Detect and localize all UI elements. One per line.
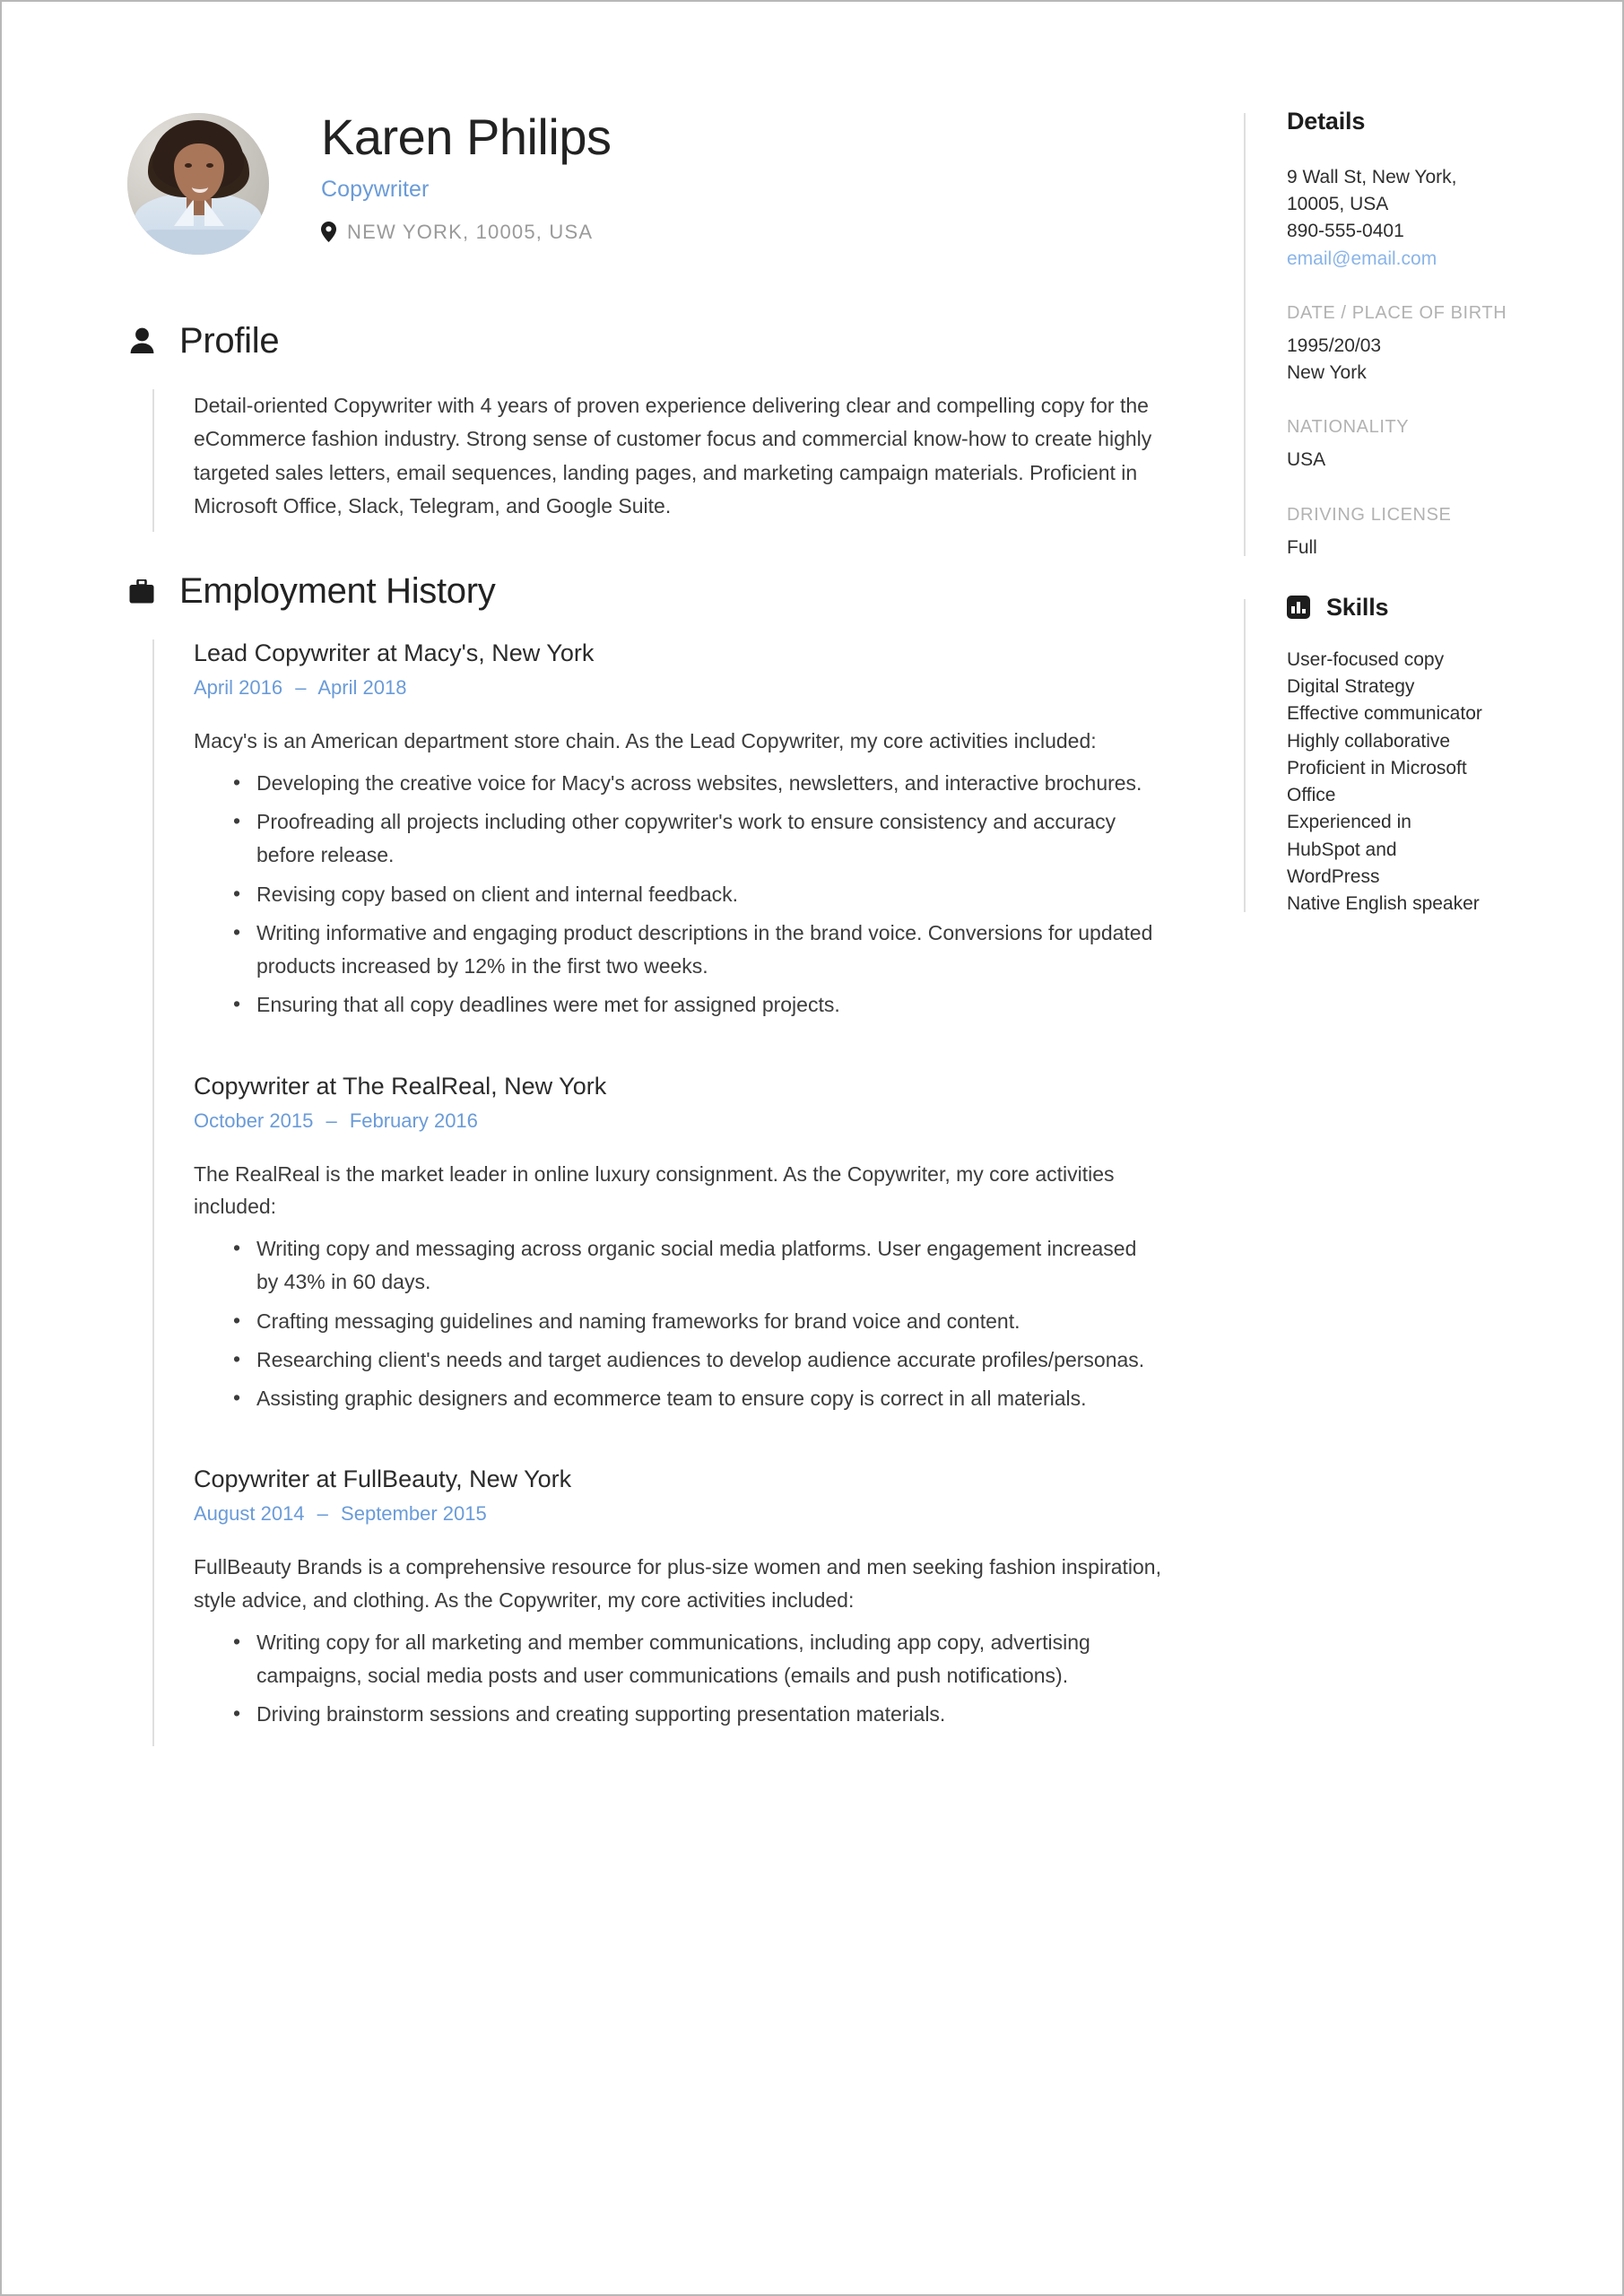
resume-content: Karen Philips Copywriter NEW YORK, 10005… bbox=[2, 2, 1622, 2294]
job-bullet: Assisting graphic designers and ecommerc… bbox=[233, 1381, 1163, 1415]
section-profile-title: Profile bbox=[179, 321, 280, 361]
job-heading: Copywriter at FullBeauty, New York bbox=[194, 1465, 572, 1493]
briefcase-icon bbox=[127, 578, 156, 604]
skill-item: Proficient in Microsoft bbox=[1287, 757, 1467, 778]
job-start-date: October 2015 bbox=[194, 1109, 314, 1132]
location-row: NEW YORK, 10005, USA bbox=[321, 221, 611, 244]
address-line-2: 10005, USA bbox=[1287, 194, 1389, 215]
job-bullet: Researching client's needs and target au… bbox=[233, 1343, 1163, 1377]
employment-entry: Lead Copywriter at Macy's, New York Apri… bbox=[194, 639, 1163, 1022]
job-date-dash: – bbox=[295, 676, 307, 699]
sidebar-details-block: Details 9 Wall St, New York, 10005, USA … bbox=[1244, 108, 1541, 561]
section-profile-body: Detail-oriented Copywriter with 4 years … bbox=[152, 389, 1163, 532]
section-employment: Employment History Lead Copywriter at Ma… bbox=[127, 573, 1163, 1746]
job-bullet: Writing copy for all marketing and membe… bbox=[233, 1625, 1163, 1693]
sidebar-column: Details 9 Wall St, New York, 10005, USA … bbox=[1163, 108, 1541, 2294]
main-column: Karen Philips Copywriter NEW YORK, 10005… bbox=[127, 108, 1163, 2294]
skills-header: Skills bbox=[1287, 594, 1541, 622]
skill-item: User-focused copy bbox=[1287, 648, 1445, 670]
nationality-value: USA bbox=[1287, 449, 1326, 471]
resume-header: Karen Philips Copywriter NEW YORK, 10005… bbox=[127, 108, 1163, 255]
avatar-arms bbox=[140, 230, 256, 255]
resume-page: Karen Philips Copywriter NEW YORK, 10005… bbox=[0, 0, 1624, 2296]
job-date-dash: – bbox=[326, 1109, 337, 1132]
avatar-collar-left bbox=[174, 199, 194, 226]
job-dates: April 2016 – April 2018 bbox=[194, 676, 1163, 700]
job-dates: October 2015 – February 2016 bbox=[194, 1109, 1163, 1133]
skill-item: Highly collaborative bbox=[1287, 730, 1451, 752]
map-pin-icon bbox=[321, 222, 336, 243]
details-title: Details bbox=[1287, 108, 1366, 135]
bar-chart-bar bbox=[1302, 609, 1306, 614]
job-bullet-list: Writing copy for all marketing and membe… bbox=[194, 1625, 1163, 1732]
job-bullet: Driving brainstorm sessions and creating… bbox=[233, 1697, 1163, 1731]
address-line-1: 9 Wall St, New York, bbox=[1287, 167, 1457, 187]
section-employment-body: Lead Copywriter at Macy's, New York Apri… bbox=[152, 639, 1163, 1746]
job-description: Macy's is an American department store c… bbox=[194, 729, 1097, 752]
skill-item: Office bbox=[1287, 785, 1336, 806]
job-end-date: September 2015 bbox=[341, 1502, 487, 1526]
bar-chart-bar bbox=[1291, 606, 1295, 614]
job-description: The RealReal is the market leader in onl… bbox=[194, 1161, 1115, 1219]
skill-item: Effective communicator bbox=[1287, 703, 1482, 725]
job-title: Copywriter bbox=[321, 176, 430, 202]
job-heading: Lead Copywriter at Macy's, New York bbox=[194, 639, 595, 666]
sidebar-skills-block: Skills User-focused copy Digital Strateg… bbox=[1244, 594, 1541, 918]
job-bullet: Revising copy based on client and intern… bbox=[233, 877, 1163, 911]
avatar-smile bbox=[192, 181, 208, 193]
job-bullet-list: Developing the creative voice for Macy's… bbox=[194, 766, 1163, 1022]
job-start-date: August 2014 bbox=[194, 1502, 305, 1526]
section-employment-title: Employment History bbox=[179, 571, 496, 611]
job-bullet: Ensuring that all copy deadlines were me… bbox=[233, 987, 1163, 1022]
avatar-eye-right bbox=[206, 163, 213, 168]
skills-list: User-focused copy Digital Strategy Effec… bbox=[1287, 647, 1541, 918]
job-description: FullBeauty Brands is a comprehensive res… bbox=[194, 1555, 1161, 1613]
person-icon bbox=[127, 327, 156, 354]
skill-item: WordPress bbox=[1287, 865, 1380, 887]
section-profile: Profile Detail-oriented Copywriter with … bbox=[127, 323, 1163, 532]
email-link[interactable]: email@email.com bbox=[1287, 246, 1541, 273]
job-start-date: April 2016 bbox=[194, 676, 283, 699]
employment-entry: Copywriter at The RealReal, New York Oct… bbox=[194, 1073, 1163, 1416]
skill-item: Experienced in bbox=[1287, 812, 1411, 833]
nationality-label: NATIONALITY bbox=[1287, 417, 1410, 438]
bar-chart-bar bbox=[1297, 602, 1300, 614]
employment-entry: Copywriter at FullBeauty, New York Augus… bbox=[194, 1465, 1163, 1731]
job-end-date: February 2016 bbox=[349, 1109, 478, 1132]
section-profile-header: Profile bbox=[127, 323, 1163, 359]
avatar-eye-left bbox=[185, 163, 192, 168]
location-text: NEW YORK, 10005, USA bbox=[347, 220, 594, 243]
bar-chart-icon bbox=[1287, 596, 1310, 620]
header-text-block: Karen Philips Copywriter NEW YORK, 10005… bbox=[269, 108, 612, 244]
job-bullet: Proofreading all projects including othe… bbox=[233, 804, 1163, 873]
section-employment-header: Employment History bbox=[127, 573, 1163, 609]
job-bullet-list: Writing copy and messaging across organi… bbox=[194, 1231, 1163, 1415]
job-bullet: Crafting messaging guidelines and naming… bbox=[233, 1304, 1163, 1338]
driving-license-value: Full bbox=[1287, 536, 1317, 558]
job-bullet: Writing copy and messaging across organi… bbox=[233, 1231, 1163, 1300]
skill-item: Digital Strategy bbox=[1287, 676, 1415, 698]
job-heading: Copywriter at The RealReal, New York bbox=[194, 1072, 607, 1100]
page-title: Karen Philips bbox=[321, 109, 612, 165]
skills-title: Skills bbox=[1326, 593, 1389, 621]
job-bullet: Developing the creative voice for Macy's… bbox=[233, 766, 1163, 800]
phone-number: 890-555-0401 bbox=[1287, 221, 1404, 242]
dob-label: DATE / PLACE OF BIRTH bbox=[1287, 302, 1507, 323]
avatar-collar-right bbox=[204, 199, 224, 226]
job-date-dash: – bbox=[317, 1502, 328, 1526]
avatar bbox=[127, 113, 269, 255]
driving-license-label: DRIVING LICENSE bbox=[1287, 504, 1452, 525]
dob-place: New York bbox=[1287, 362, 1367, 384]
dob-date: 1995/20/03 bbox=[1287, 335, 1382, 356]
profile-text: Detail-oriented Copywriter with 4 years … bbox=[194, 394, 1152, 517]
skill-item: HubSpot and bbox=[1287, 839, 1397, 860]
skill-item: Native English speaker bbox=[1287, 892, 1480, 914]
job-dates: August 2014 – September 2015 bbox=[194, 1502, 1163, 1526]
job-end-date: April 2018 bbox=[317, 676, 407, 699]
job-bullet: Writing informative and engaging product… bbox=[233, 916, 1163, 984]
